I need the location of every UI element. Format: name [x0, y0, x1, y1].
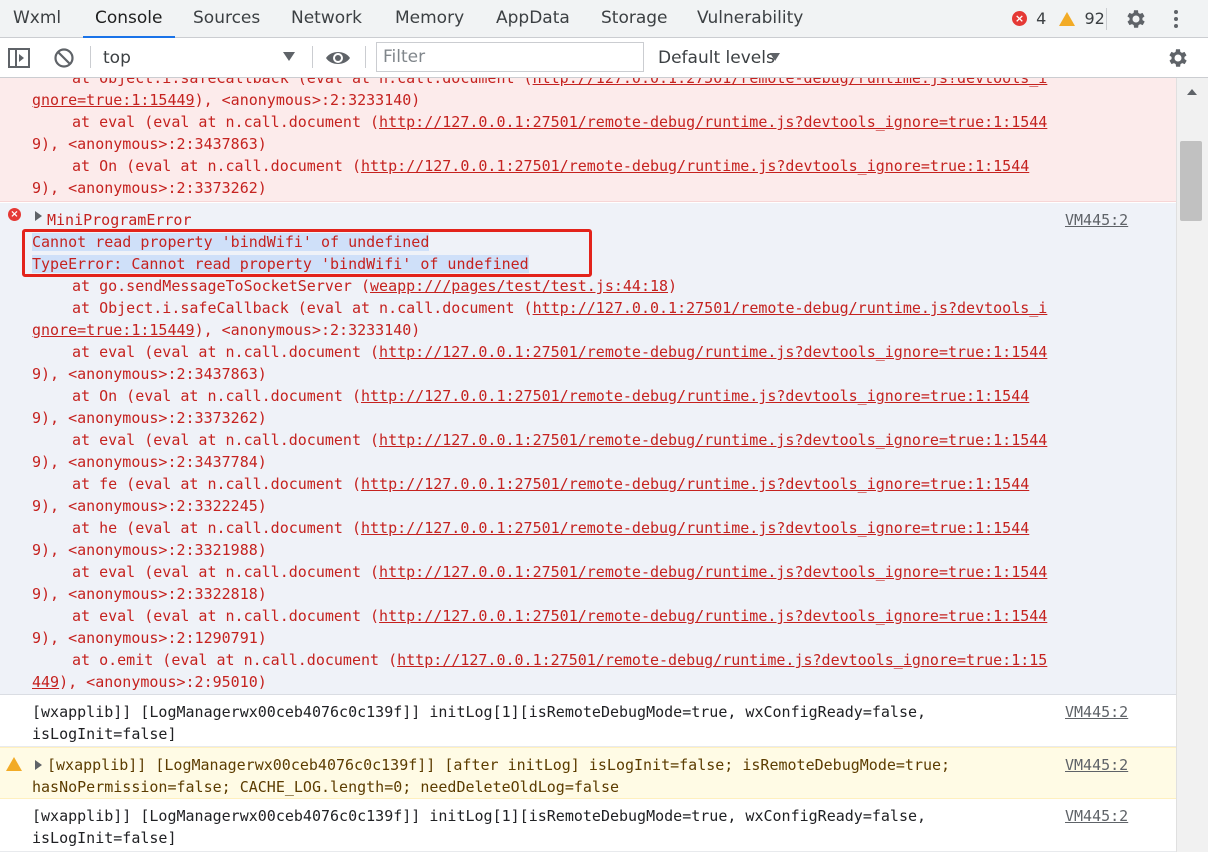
stack-frame: 9), <anonymous>:2:3437863) [32, 135, 267, 153]
source-link[interactable]: 449 [32, 673, 59, 691]
stack-frame: 449), <anonymous>:2:95010) [32, 673, 267, 691]
source-link[interactable]: http://127.0.0.1:27501/remote-debug/runt… [361, 387, 1029, 405]
source-link[interactable]: gnore=true:1:15449 [32, 321, 195, 339]
console-warning-message: [wxapplib]] [LogManagerwx00ceb4076c0c139… [0, 747, 1176, 799]
stack-frame: at Object.i.safeCallback (eval at n.call… [72, 299, 1048, 317]
source-link[interactable]: http://127.0.0.1:27501/remote-debug/runt… [533, 78, 1048, 87]
error-icon: × [1012, 11, 1027, 26]
stack-frame: 9), <anonymous>:2:3437784) [32, 453, 267, 471]
log-text: [wxapplib]] [LogManagerwx00ceb4076c0c139… [32, 807, 927, 825]
console-log-message: [wxapplib]] [LogManagerwx00ceb4076c0c139… [0, 799, 1176, 852]
toolbar-divider [312, 46, 313, 68]
source-link[interactable]: http://127.0.0.1:27501/remote-debug/runt… [361, 157, 1029, 175]
more-options-icon[interactable] [1172, 8, 1180, 30]
console-settings-gear-icon[interactable] [1166, 46, 1190, 70]
live-expression-eye-icon[interactable] [325, 48, 351, 68]
source-link[interactable]: http://127.0.0.1:27501/remote-debug/runt… [379, 563, 1047, 581]
stack-frame: 9), <anonymous>:2:1290791) [32, 629, 267, 647]
source-link[interactable]: http://127.0.0.1:27501/remote-debug/runt… [379, 431, 1047, 449]
expand-triangle-icon[interactable] [35, 211, 42, 221]
source-link[interactable]: gnore=true:1:15449 [32, 91, 195, 109]
stack-frame: at Object.i.safeCallback (eval at n.call… [72, 78, 1047, 89]
panel-tab-bar: Wxml Console Sources Network Memory AppD… [0, 0, 1208, 38]
stack-frame: 9), <anonymous>:2:3437863) [32, 365, 267, 383]
error-count: 4 [1036, 8, 1047, 28]
console-scrollbar[interactable] [1176, 78, 1208, 852]
context-dropdown-arrow-icon[interactable] [283, 52, 295, 61]
stack-frame: at eval (eval at n.call.document (http:/… [72, 563, 1048, 581]
error-icon: × [8, 208, 21, 221]
source-location-link[interactable]: VM445:2 [1065, 701, 1128, 723]
stack-frame: 9), <anonymous>:2:3321988) [32, 541, 267, 559]
stack-frame: at eval (eval at n.call.document (http:/… [72, 343, 1048, 361]
stack-frame: at eval (eval at n.call.document (http:/… [72, 607, 1048, 625]
tab-vulnerability[interactable]: Vulnerability [697, 0, 803, 37]
tab-console[interactable]: Console [83, 0, 174, 38]
source-link[interactable]: weapp:///pages/test/test.js:44:18 [370, 277, 668, 295]
console-toolbar: top Default levels [0, 38, 1208, 78]
toolbar-divider [365, 46, 366, 68]
stack-frame: 9), <anonymous>:2:3373262) [32, 409, 267, 427]
source-link[interactable]: http://127.0.0.1:27501/remote-debug/runt… [379, 113, 1047, 131]
tab-appdata[interactable]: AppData [496, 0, 570, 37]
log-text: hasNoPermission=false; CACHE_LOG.length=… [32, 778, 619, 796]
toolbar-divider [1106, 8, 1107, 30]
source-link[interactable]: http://127.0.0.1:27501/remote-debug/runt… [361, 519, 1029, 537]
tab-memory[interactable]: Memory [395, 0, 464, 37]
scroll-up-arrow-icon[interactable] [1187, 89, 1197, 95]
highlight-annotation-box [22, 229, 592, 277]
levels-chevron-down-icon[interactable] [770, 53, 780, 61]
stack-frame: 9), <anonymous>:2:3322818) [32, 585, 267, 603]
stack-frame: at o.emit (eval at n.call.document (http… [72, 651, 1048, 669]
console-log-message: [wxapplib]] [LogManagerwx00ceb4076c0c139… [0, 695, 1176, 747]
console-output: at Object.i.safeCallback (eval at n.call… [0, 78, 1176, 852]
stack-frame: 9), <anonymous>:2:3322245) [32, 497, 267, 515]
stack-frame: at he (eval at n.call.document (http://1… [72, 519, 1030, 537]
source-location-link[interactable]: VM445:2 [1065, 754, 1128, 776]
tab-storage[interactable]: Storage [601, 0, 668, 37]
console-error-message: at Object.i.safeCallback (eval at n.call… [0, 78, 1176, 202]
stack-frame: at go.sendMessageToSocketServer (weapp:/… [72, 277, 678, 295]
warning-icon [1059, 11, 1076, 26]
stack-frame: at eval (eval at n.call.document (http:/… [72, 431, 1048, 449]
tab-wxml[interactable]: Wxml [13, 0, 61, 37]
error-title[interactable]: MiniProgramError [47, 209, 192, 231]
log-text: [wxapplib]] [LogManagerwx00ceb4076c0c139… [47, 756, 951, 774]
stack-frame: at fe (eval at n.call.document (http://1… [72, 475, 1030, 493]
scrollbar-thumb[interactable] [1180, 141, 1202, 221]
log-text: [wxapplib]] [LogManagerwx00ceb4076c0c139… [32, 703, 927, 721]
stack-frame: at eval (eval at n.call.document (http:/… [72, 113, 1048, 131]
log-text: isLogInit=false] [32, 829, 177, 847]
settings-gear-icon[interactable] [1124, 7, 1148, 31]
source-location-link[interactable]: VM445:2 [1065, 805, 1128, 827]
source-link[interactable]: http://127.0.0.1:27501/remote-debug/runt… [379, 607, 1047, 625]
tab-network[interactable]: Network [291, 0, 362, 37]
stack-frame: at On (eval at n.call.document (http://1… [72, 387, 1030, 405]
warning-count: 92 [1084, 8, 1105, 28]
source-location-link[interactable]: VM445:2 [1065, 209, 1128, 231]
context-selector[interactable]: top [103, 48, 131, 68]
source-link[interactable]: http://127.0.0.1:27501/remote-debug/runt… [397, 651, 1047, 669]
issue-counts[interactable]: × 4 92 [1012, 8, 1105, 28]
warning-icon [6, 757, 22, 771]
filter-input[interactable] [376, 42, 644, 72]
stack-frame: gnore=true:1:15449), <anonymous>:2:32331… [32, 91, 421, 109]
log-levels-dropdown[interactable]: Default levels [658, 48, 775, 68]
stack-frame: at On (eval at n.call.document (http://1… [72, 157, 1030, 175]
source-link[interactable]: http://127.0.0.1:27501/remote-debug/runt… [361, 475, 1029, 493]
expand-triangle-icon[interactable] [35, 760, 42, 770]
clear-console-icon[interactable] [53, 47, 75, 69]
tab-sources[interactable]: Sources [193, 0, 260, 37]
show-sidebar-icon[interactable] [8, 48, 30, 68]
log-text: isLogInit=false] [32, 725, 177, 743]
stack-frame: gnore=true:1:15449), <anonymous>:2:32331… [32, 321, 421, 339]
source-link[interactable]: http://127.0.0.1:27501/remote-debug/runt… [533, 299, 1048, 317]
stack-frame: 9), <anonymous>:2:3373262) [32, 179, 267, 197]
toolbar-divider [90, 46, 91, 68]
source-link[interactable]: http://127.0.0.1:27501/remote-debug/runt… [379, 343, 1047, 361]
